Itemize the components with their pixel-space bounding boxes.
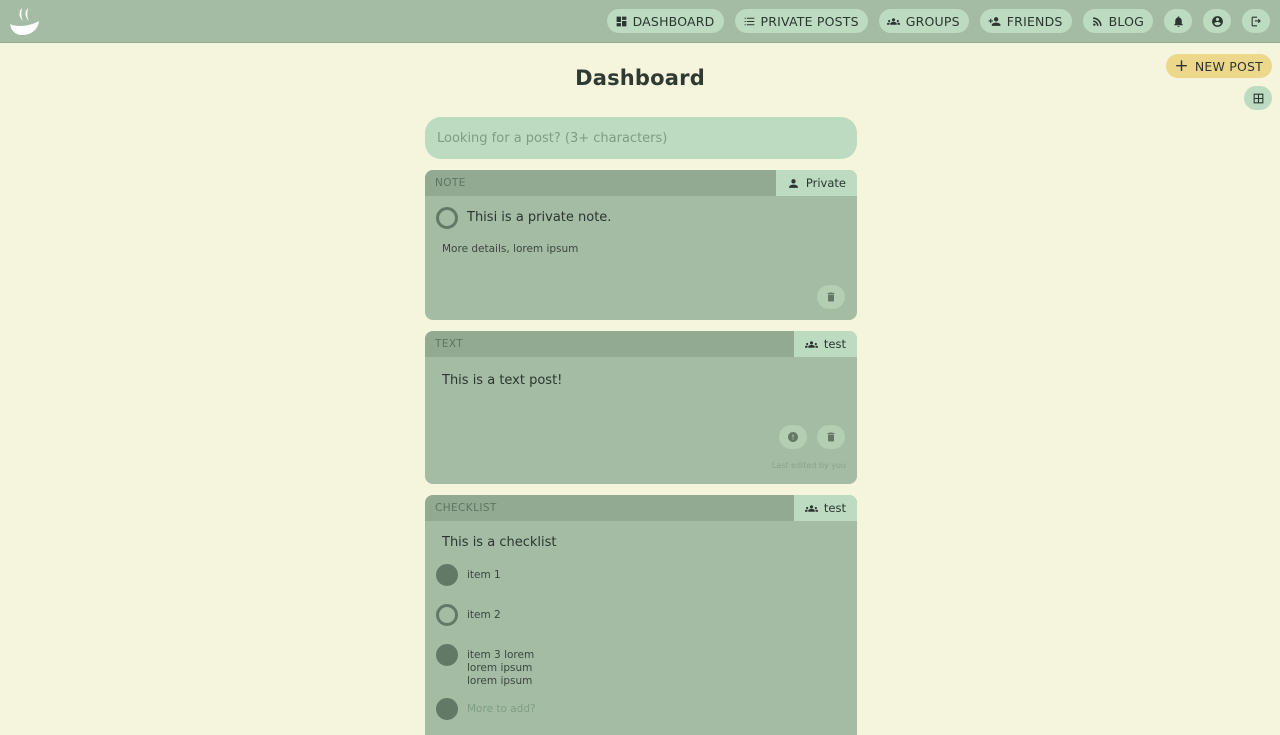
post-card-checklist: CHECKLIST test This is a checklist item … [425, 495, 857, 735]
account-button[interactable] [1203, 9, 1231, 33]
checklist-item-text: item 1 [467, 569, 501, 581]
last-edited-text: Last edited by you [771, 461, 846, 470]
rss-icon [1092, 16, 1102, 26]
nav-dashboard[interactable]: DASHBOARD [606, 9, 724, 33]
post-type-label: TEXT [435, 338, 464, 350]
person-icon [789, 178, 798, 188]
delete-button[interactable] [817, 425, 845, 449]
groups-icon [804, 504, 818, 512]
checklist-item-text: item 3 lorem lorem ipsum lorem ipsum [467, 649, 535, 687]
card-header: CHECKLIST test [425, 495, 857, 521]
group-badge[interactable]: test [793, 331, 857, 357]
nav-groups-label: GROUPS [905, 13, 960, 29]
logout-icon [1251, 16, 1261, 26]
checklist-item-checkbox[interactable] [436, 564, 458, 586]
add-friend-icon [988, 16, 1001, 26]
post-card-note: NOTE Private Thisi is a private note. Mo… [425, 170, 857, 320]
search-input[interactable] [425, 117, 857, 159]
post-type-label: NOTE [435, 177, 466, 189]
notifications-button[interactable] [1164, 9, 1192, 33]
nav-dashboard-label: DASHBOARD [632, 13, 715, 29]
group-label: test [823, 501, 846, 515]
card-header: TEXT test [425, 331, 857, 357]
nav-groups[interactable]: GROUPS [878, 9, 969, 33]
nav-friends[interactable]: FRIENDS [979, 9, 1072, 33]
post-card-text: TEXT test This is a text post! Last edit… [425, 331, 857, 484]
visibility-label: Private [805, 176, 846, 190]
delete-button[interactable] [817, 285, 845, 309]
trash-icon [827, 432, 835, 442]
top-navigation-bar: DASHBOARD PRIVATE POSTS GROUPS FRIENDS B… [0, 0, 1280, 43]
group-badge[interactable]: test [793, 495, 857, 521]
text-post-body: This is a text post! [442, 373, 563, 388]
card-header: NOTE Private [425, 170, 857, 196]
nav-blog-label: BLOG [1108, 13, 1144, 29]
nav-private-posts-label: PRIVATE POSTS [760, 13, 859, 29]
checklist-title: This is a checklist [442, 535, 557, 550]
nav-friends-label: FRIENDS [1006, 13, 1063, 29]
list-icon [744, 17, 754, 25]
note-details: More details, lorem ipsum [442, 243, 579, 255]
alert-circle-icon [788, 432, 798, 442]
checklist-item-checkbox[interactable] [436, 604, 458, 626]
post-type-label: CHECKLIST [435, 502, 497, 514]
group-label: test [823, 337, 846, 351]
report-button[interactable] [779, 425, 807, 449]
nav-private-posts[interactable]: PRIVATE POSTS [734, 9, 868, 33]
nav-blog[interactable]: BLOG [1082, 9, 1153, 33]
add-item-input[interactable]: More to add? [467, 703, 536, 716]
trash-icon [827, 292, 835, 302]
checklist-item-text: item 2 [467, 609, 501, 621]
groups-icon [804, 340, 818, 348]
checklist-item-checkbox[interactable] [436, 698, 458, 720]
bell-icon [1173, 15, 1183, 27]
groups-icon [886, 17, 900, 25]
dashboard-icon [616, 16, 626, 26]
grid-layout-icon [1253, 93, 1263, 103]
app-logo-icon[interactable] [9, 5, 41, 37]
account-icon [1211, 15, 1223, 27]
checklist-item-checkbox[interactable] [436, 644, 458, 666]
note-title: Thisi is a private note. [467, 210, 612, 225]
note-checkbox[interactable] [436, 207, 458, 229]
logout-button[interactable] [1242, 9, 1270, 33]
visibility-badge[interactable]: Private [775, 170, 857, 196]
main-nav: DASHBOARD PRIVATE POSTS GROUPS FRIENDS B… [606, 9, 1270, 33]
page-title: Dashboard [575, 66, 705, 90]
